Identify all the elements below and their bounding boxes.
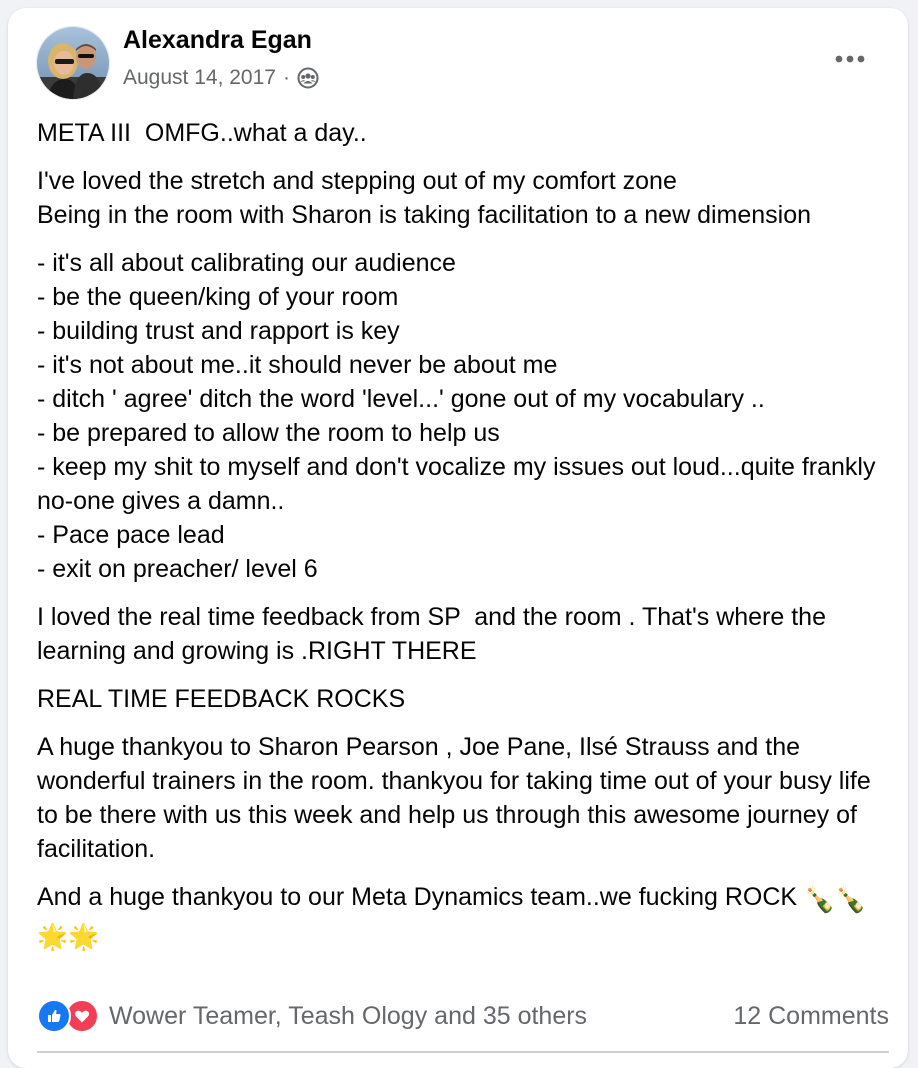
- post-date[interactable]: August 14, 2017: [123, 66, 276, 90]
- friends-icon[interactable]: [297, 67, 319, 89]
- post-paragraph: REAL TIME FEEDBACK ROCKS: [37, 685, 406, 713]
- post-paragraph: META III OMFG..what a day..: [37, 119, 367, 147]
- post-footer: Wower Teamer, Teash Ology and 35 others …: [37, 996, 889, 1036]
- like-icon: [37, 999, 71, 1033]
- comments-count[interactable]: 12 Comments: [733, 1002, 889, 1031]
- champagne-emoji: 🍾: [835, 886, 867, 914]
- champagne-emoji: 🍾: [804, 886, 836, 914]
- more-icon: [835, 55, 865, 63]
- post-meta: August 14, 2017 ·: [123, 66, 319, 90]
- post-paragraph: I loved the real time feedback from SP a…: [37, 603, 833, 665]
- divider: [37, 1051, 889, 1053]
- star-emoji: 🌟: [37, 923, 69, 951]
- post-body: META III OMFG..what a day.. I've loved t…: [37, 116, 897, 968]
- post-paragraph: A huge thankyou to Sharon Pearson , Joe …: [37, 733, 878, 863]
- reaction-icons[interactable]: [37, 999, 99, 1033]
- post-card: Alexandra Egan August 14, 2017 · META II…: [8, 8, 908, 1068]
- reaction-names[interactable]: Wower Teamer, Teash Ology and 35 others: [109, 1002, 733, 1031]
- more-options-button[interactable]: [832, 46, 868, 72]
- avatar-photo: [37, 27, 109, 99]
- post-paragraph-last: And a huge thankyou to our Meta Dynamics…: [37, 880, 897, 954]
- avatar[interactable]: [36, 26, 110, 100]
- post-paragraph-text: And a huge thankyou to our Meta Dynamics…: [37, 883, 798, 911]
- post-paragraph: - it's all about calibrating our audienc…: [37, 249, 876, 583]
- meta-separator: ·: [282, 66, 290, 89]
- star-emoji: 🌟: [68, 923, 100, 951]
- author-name[interactable]: Alexandra Egan: [123, 26, 312, 55]
- post-paragraph: I've loved the stretch and stepping out …: [37, 167, 812, 229]
